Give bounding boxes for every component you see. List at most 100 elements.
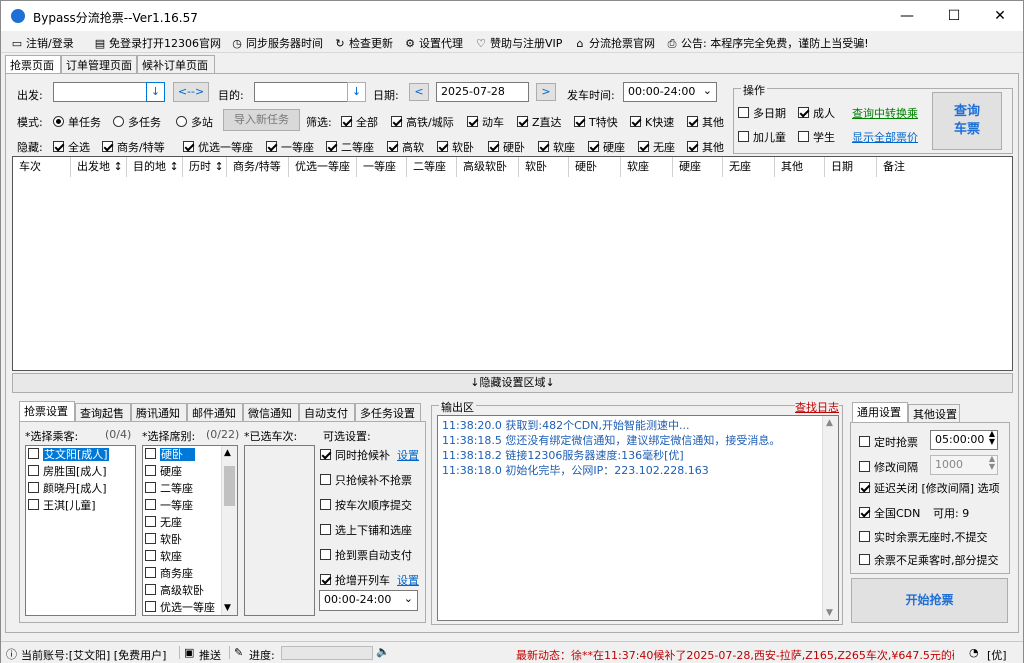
log-scrollbar[interactable]: ▲ ▼ [822, 416, 838, 620]
menu-login[interactable]: ▭ 注销/登录 [11, 35, 74, 51]
menu-sponsor[interactable]: ♡ 赞助与注册VIP [475, 35, 562, 51]
option-waitlist-setting-link[interactable]: 设置 [397, 447, 419, 463]
hide-business-checkbox[interactable]: 商务/特等 [102, 139, 165, 155]
tab-waitlist[interactable]: 候补订单页面 [137, 55, 215, 73]
swap-stations-button[interactable]: <--> [173, 82, 209, 102]
delay-close-checkbox[interactable]: 延迟关闭 [修改间隔] 选项 [859, 480, 1000, 496]
tab-other-settings[interactable]: 其他设置 [908, 404, 960, 422]
date-prev-button[interactable]: < [409, 83, 429, 101]
menu-sync-time[interactable]: ◷ 同步服务器时间 [231, 35, 323, 51]
col-train-no[interactable]: 车次 [13, 157, 71, 177]
tab-tencent-notify[interactable]: 腾讯通知 [131, 403, 187, 421]
col-no-seat[interactable]: 无座 [723, 157, 775, 177]
col-deluxe-soft[interactable]: 高级软卧 [457, 157, 519, 177]
filter-emu-checkbox[interactable]: 动车 [467, 114, 504, 130]
hide-soft-sleeper-checkbox[interactable]: 软卧 [437, 139, 474, 155]
menu-check-update[interactable]: ↻ 检查更新 [334, 35, 393, 51]
mode-multi-radio[interactable]: 多任务 [113, 114, 161, 130]
tab-email-notify[interactable]: 邮件通知 [187, 403, 243, 421]
tab-booking-settings[interactable]: 抢票设置 [19, 401, 75, 421]
close-button[interactable]: ✕ [977, 1, 1023, 31]
hide-other-checkbox[interactable]: 其他 [687, 139, 724, 155]
tab-booking[interactable]: 抢票页面 [5, 55, 61, 73]
train-results-table[interactable]: 车次 出发地 ↕ 目的地 ↕ 历时 ↕ 商务/特等 优选一等座 一等座 二等座 … [12, 156, 1013, 371]
col-other[interactable]: 其他 [775, 157, 825, 177]
filter-all-checkbox[interactable]: 全部 [341, 114, 378, 130]
query-tickets-button[interactable]: 查询 车票 [932, 92, 1002, 150]
chevron-down-icon[interactable]: ▼ [826, 608, 833, 618]
option-extra-setting-link[interactable]: 设置 [397, 572, 419, 588]
hide-hard-seat-checkbox[interactable]: 硬座 [588, 139, 625, 155]
tab-sale-query[interactable]: 查询起售 [75, 403, 131, 421]
departure-time-select[interactable]: 00:00-24:00 ⌄ [623, 82, 717, 102]
push-label[interactable]: 推送 [199, 647, 221, 663]
interval-input[interactable]: 1000 ▲ ▼ [930, 455, 998, 475]
option-waitlist-only[interactable]: 只抢候补不抢票 [320, 472, 412, 488]
col-second[interactable]: 二等座 [407, 157, 457, 177]
hide-first-checkbox[interactable]: 一等座 [266, 139, 314, 155]
chevron-up-icon[interactable]: ▲ [826, 418, 833, 428]
hide-all-checkbox[interactable]: 全选 [53, 139, 90, 155]
passenger-list[interactable]: 艾文阳[成人] 房胜国[成人] 颜晓丹[成人] 王淇[儿童] [25, 445, 136, 616]
maximize-button[interactable]: ☐ [931, 1, 977, 31]
passenger-item[interactable]: 颜晓丹[成人] [26, 480, 135, 497]
to-dropdown-arrow-icon[interactable]: ↓ [347, 82, 366, 102]
timed-booking-time-input[interactable]: 05:00:00 ▲ ▼ [930, 430, 998, 450]
col-business[interactable]: 商务/特等 [227, 157, 289, 177]
col-note[interactable]: 备注 [877, 157, 1013, 177]
filter-k-checkbox[interactable]: K快速 [630, 114, 674, 130]
minimize-button[interactable]: — [884, 1, 930, 31]
extra-trains-time-select[interactable]: 00:00-24:00 ⌄ [319, 590, 418, 611]
col-to[interactable]: 目的地 ↕ [127, 157, 183, 177]
change-interval-checkbox[interactable]: 修改间隔 [859, 459, 918, 475]
passenger-item[interactable]: 王淇[儿童] [26, 497, 135, 514]
passenger-item[interactable]: 艾文阳[成人] [26, 446, 135, 463]
show-all-prices-link[interactable]: 显示全部票价 [852, 129, 918, 145]
col-first[interactable]: 一等座 [357, 157, 407, 177]
option-auto-pay[interactable]: 抢到票自动支付 [320, 547, 412, 563]
find-log-link[interactable]: 查找日志 [795, 399, 839, 415]
hide-soft-seat-checkbox[interactable]: 软座 [538, 139, 575, 155]
hide-soft-high-checkbox[interactable]: 高软 [387, 139, 424, 155]
seat-list-scrollbar[interactable]: ▲ ▼ [221, 446, 237, 615]
national-cdn-checkbox[interactable]: 全国CDN [859, 505, 920, 521]
menu-open-12306[interactable]: ▤ 免登录打开12306官网 [94, 35, 221, 51]
filter-highspeed-checkbox[interactable]: 高铁/城际 [391, 114, 454, 130]
realtime-no-seat-checkbox[interactable]: 实时余票无座时,不提交 [859, 529, 988, 545]
tab-orders[interactable]: 订单管理页面 [61, 55, 137, 73]
hide-hard-sleeper-checkbox[interactable]: 硬卧 [488, 139, 525, 155]
add-child-checkbox[interactable]: 加儿童 [738, 129, 786, 145]
mode-station-radio[interactable]: 多站 [176, 114, 213, 130]
hide-no-seat-checkbox[interactable]: 无座 [638, 139, 675, 155]
mode-single-radio[interactable]: 单任务 [53, 114, 101, 130]
filter-other-checkbox[interactable]: 其他 [687, 114, 724, 130]
selected-trains-list[interactable] [244, 445, 315, 616]
option-also-waitlist[interactable]: 同时抢候补 [320, 447, 390, 463]
spin-updown-icon[interactable]: ▲ ▼ [989, 455, 995, 471]
from-dropdown-arrow-icon[interactable]: ↓ [146, 82, 165, 102]
multi-date-checkbox[interactable]: 多日期 [738, 105, 786, 121]
timed-booking-checkbox[interactable]: 定时抢票 [859, 434, 918, 450]
col-from[interactable]: 出发地 ↕ [71, 157, 127, 177]
spin-updown-icon[interactable]: ▲ ▼ [989, 430, 995, 446]
col-hard-seat[interactable]: 硬座 [673, 157, 723, 177]
tab-auto-pay[interactable]: 自动支付 [299, 403, 355, 421]
import-task-button[interactable]: 导入新任务 [223, 109, 300, 131]
col-premium-first[interactable]: 优选一等座 [289, 157, 357, 177]
start-booking-button[interactable]: 开始抢票 [851, 578, 1008, 623]
chevron-down-icon[interactable]: ▼ [224, 603, 231, 613]
hide-second-checkbox[interactable]: 二等座 [326, 139, 374, 155]
tab-wechat-notify[interactable]: 微信通知 [243, 403, 299, 421]
option-extra-trains[interactable]: 抢增开列车 [320, 572, 390, 588]
output-log[interactable]: 11:38:20.0 获取到:482个CDN,开始智能测速中... 11:38:… [437, 415, 839, 621]
passenger-item[interactable]: 房胜国[成人] [26, 463, 135, 480]
option-choose-berth[interactable]: 选上下铺和选座 [320, 522, 412, 538]
adult-checkbox[interactable]: 成人 [798, 105, 835, 121]
tab-multi-task[interactable]: 多任务设置 [355, 403, 421, 421]
col-date[interactable]: 日期 [825, 157, 877, 177]
student-checkbox[interactable]: 学生 [798, 129, 835, 145]
seat-type-list[interactable]: 硬卧 硬座 二等座 一等座 无座 软卧 软座 商务座 高级软卧 优选一等座 ▲ … [142, 445, 238, 616]
menu-website[interactable]: ⌂ 分流抢票官网 [574, 35, 656, 51]
menu-proxy[interactable]: ⚙ 设置代理 [404, 35, 463, 51]
chevron-up-icon[interactable]: ▲ [224, 448, 231, 458]
